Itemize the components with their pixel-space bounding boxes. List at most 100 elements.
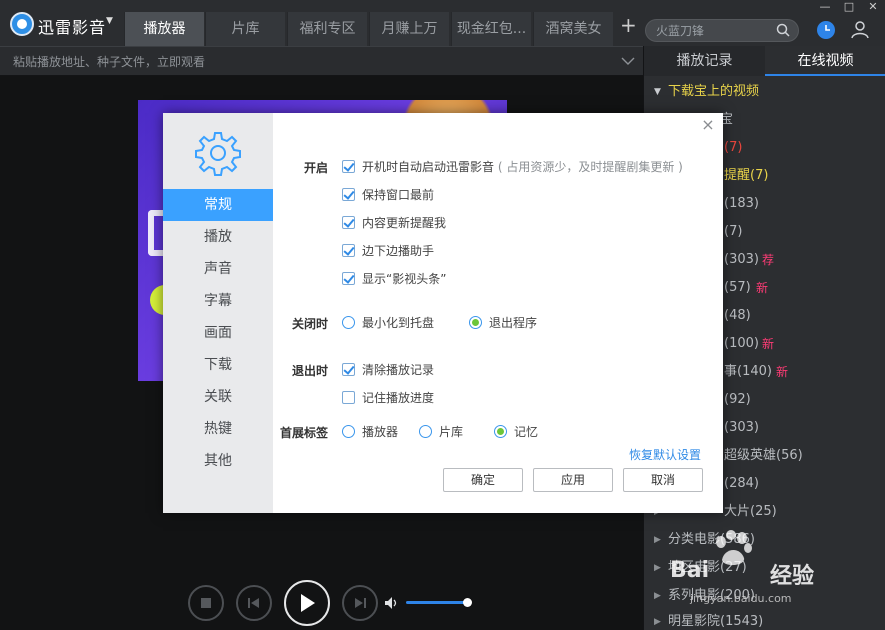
settings-nav-download[interactable]: 下载	[163, 349, 273, 381]
tab-play-history[interactable]: 播放记录	[644, 46, 765, 76]
play-button[interactable]	[284, 580, 330, 626]
chevron-down-icon[interactable]	[621, 55, 635, 67]
settings-nav-video[interactable]: 画面	[163, 317, 273, 349]
option-label: 边下边播助手	[362, 244, 435, 258]
option-show-headlines[interactable]: 显示“影视头条”	[342, 271, 542, 287]
option-label: 播放器	[362, 425, 399, 439]
option-autostart[interactable]: 开机时自动启动迅雷影音 ( 占用资源少，及时提醒剧集更新 )	[342, 159, 702, 175]
add-tab-icon[interactable]: +	[620, 14, 637, 36]
settings-nav-audio[interactable]: 声音	[163, 253, 273, 285]
search-icon[interactable]	[776, 23, 790, 37]
tab-player[interactable]: 播放器	[124, 12, 204, 46]
tab-library[interactable]: 片库	[205, 12, 285, 46]
option-keep-on-top[interactable]: 保持窗口最前	[342, 187, 542, 203]
radio-exit-program[interactable]: 退出程序	[469, 315, 579, 331]
clock-icon[interactable]	[816, 20, 836, 40]
restore-defaults-link[interactable]: 恢复默认设置	[629, 446, 701, 463]
tab-online-video[interactable]: 在线视频	[765, 46, 885, 76]
option-hint: ( 占用资源少，及时提醒剧集更新 )	[497, 160, 683, 174]
checkbox[interactable]	[342, 363, 355, 376]
section-label-on-close: 关闭时	[292, 317, 329, 331]
address-bar	[0, 46, 643, 76]
settings-nav-playback[interactable]: 播放	[163, 221, 273, 253]
section-label-on-exit: 退出时	[292, 364, 329, 378]
tab-cash[interactable]: 现金红包...	[451, 12, 531, 46]
checkbox[interactable]	[342, 244, 355, 257]
search-input[interactable]	[656, 22, 771, 40]
stop-button[interactable]	[188, 585, 224, 621]
volume-slider-handle[interactable]	[463, 598, 472, 607]
ok-button[interactable]: 确定	[443, 468, 523, 492]
option-stream-assistant[interactable]: 边下边播助手	[342, 243, 542, 259]
user-icon[interactable]	[850, 19, 870, 39]
option-label: 清除播放记录	[362, 363, 435, 377]
radio-minimize-to-tray[interactable]: 最小化到托盘	[342, 315, 452, 331]
watermark-brand2: 经验	[770, 564, 815, 589]
play-icon	[301, 594, 315, 612]
option-label: 内容更新提醒我	[362, 216, 447, 230]
apply-button[interactable]: 应用	[533, 468, 613, 492]
gear-icon	[195, 132, 241, 176]
new-badge: 新	[776, 365, 789, 379]
watermark-url: jingyan.baidu.com	[690, 592, 792, 605]
settings-dialog: 常规 播放 声音 字幕 画面 下载 关联 热键 其他 × 开启 开机时自动启动迅…	[163, 113, 723, 513]
checkbox[interactable]	[342, 391, 355, 404]
option-label: 显示“影视头条”	[362, 272, 447, 286]
option-clear-history[interactable]: 清除播放记录	[342, 362, 502, 378]
settings-sidebar: 常规 播放 声音 字幕 画面 下载 关联 热键 其他	[163, 113, 273, 513]
option-label: 保持窗口最前	[362, 188, 435, 202]
radio-button[interactable]	[342, 425, 355, 438]
radio-first-tab-player[interactable]: 播放器	[342, 424, 412, 440]
tab-earn[interactable]: 月赚上万	[369, 12, 449, 46]
option-update-reminder[interactable]: 内容更新提醒我	[342, 215, 542, 231]
baidu-watermark: Bai 经验 jingyan.baidu.com	[660, 530, 850, 614]
app-logo-icon	[10, 12, 34, 36]
paw-logo-icon	[716, 530, 752, 566]
option-remember-progress[interactable]: 记住播放进度	[342, 390, 502, 406]
new-badge: 新	[762, 337, 775, 351]
previous-button[interactable]	[236, 585, 272, 621]
settings-nav-hotkeys[interactable]: 热键	[163, 413, 273, 445]
volume-slider-track[interactable]	[406, 601, 468, 604]
settings-nav-other[interactable]: 其他	[163, 445, 273, 477]
radio-first-tab-library[interactable]: 片库	[419, 424, 479, 440]
checkbox[interactable]	[342, 272, 355, 285]
close-window-icon[interactable]: ✕	[866, 0, 880, 14]
radio-button[interactable]	[419, 425, 432, 438]
playback-controls	[186, 580, 486, 626]
close-icon[interactable]: ×	[701, 117, 715, 133]
app-title[interactable]: 迅雷影音	[38, 14, 106, 38]
checkbox[interactable]	[342, 188, 355, 201]
option-label: 退出程序	[489, 316, 538, 330]
checkbox[interactable]	[342, 216, 355, 229]
stop-icon	[201, 598, 211, 608]
radio-button[interactable]	[494, 425, 507, 438]
settings-nav-general[interactable]: 常规	[163, 189, 273, 221]
cancel-button[interactable]: 取消	[623, 468, 703, 492]
radio-first-tab-memory[interactable]: 记忆	[494, 424, 554, 440]
next-button[interactable]	[342, 585, 378, 621]
title-bar: 迅雷影音 ▼ 播放器 片库 福利专区 月赚上万 现金红包... 酒窝美女 + —…	[0, 0, 885, 46]
settings-nav-association[interactable]: 关联	[163, 381, 273, 413]
maximize-icon[interactable]: □	[842, 0, 856, 14]
tab-dimple[interactable]: 酒窝美女	[533, 12, 613, 46]
previous-icon	[248, 598, 259, 608]
radio-button[interactable]	[469, 316, 482, 329]
new-badge: 新	[756, 281, 769, 295]
option-label: 片库	[439, 425, 464, 439]
option-label: 开机时自动启动迅雷影音	[362, 160, 495, 174]
app-menu-chevron-icon[interactable]: ▼	[106, 16, 113, 26]
recommend-badge: 荐	[762, 253, 775, 267]
next-icon	[355, 598, 366, 608]
tab-welfare[interactable]: 福利专区	[287, 12, 367, 46]
option-label: 记忆	[514, 425, 539, 439]
volume-icon[interactable]	[384, 595, 400, 611]
address-input[interactable]	[13, 53, 603, 71]
settings-nav-subtitles[interactable]: 字幕	[163, 285, 273, 317]
list-item[interactable]: ▼ 下载宝上的视频	[644, 78, 885, 106]
checkbox[interactable]	[342, 160, 355, 173]
minimize-icon[interactable]: —	[818, 0, 832, 14]
option-label: 最小化到托盘	[362, 316, 435, 330]
search-box	[645, 19, 799, 42]
radio-button[interactable]	[342, 316, 355, 329]
